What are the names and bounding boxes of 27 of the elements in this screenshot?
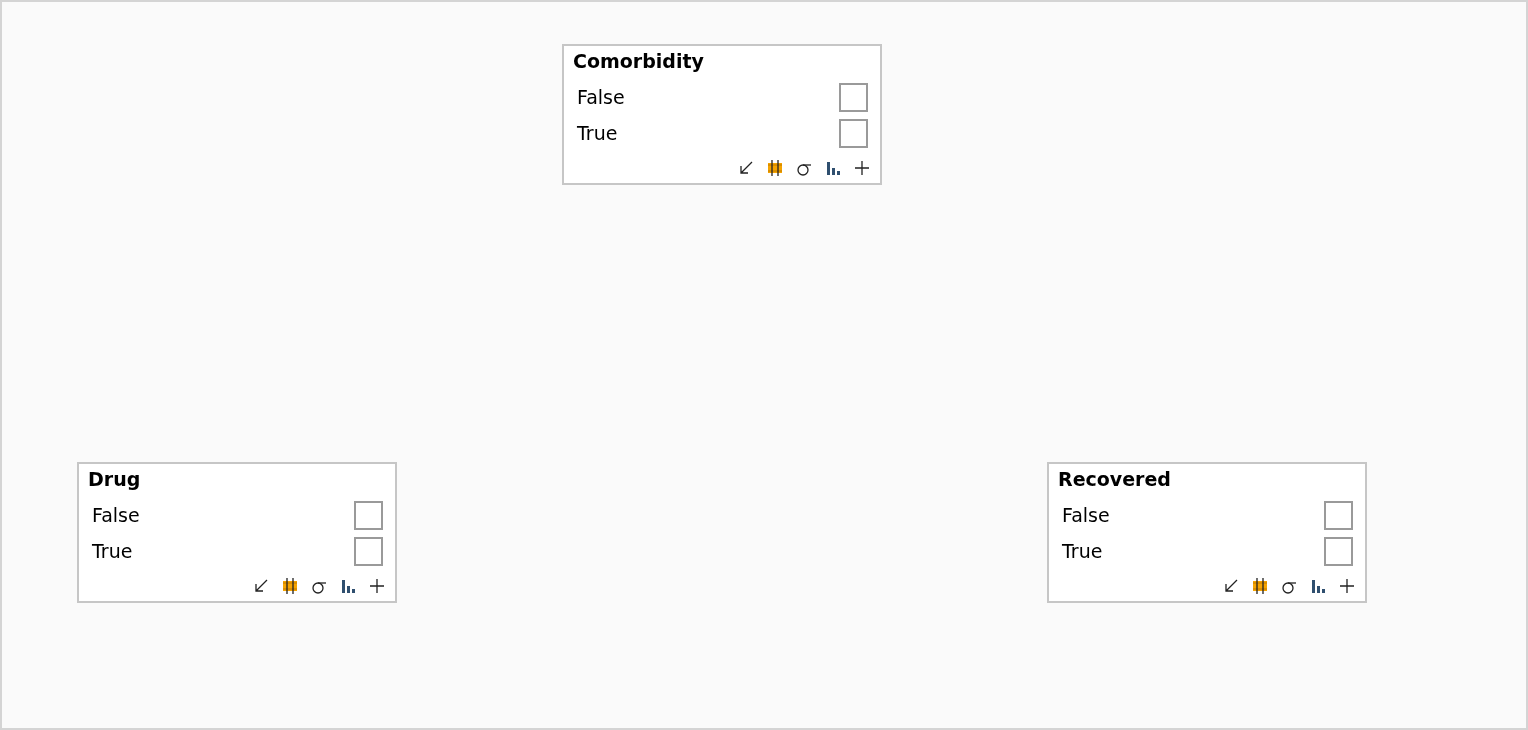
node-title: Drug xyxy=(87,467,142,492)
node-title: Comorbidity xyxy=(572,49,705,74)
state-label: True xyxy=(92,540,133,562)
state-label: False xyxy=(1062,504,1110,526)
checkbox[interactable] xyxy=(1324,500,1353,530)
checkbox[interactable] xyxy=(354,536,383,566)
grid-icon[interactable] xyxy=(767,160,783,176)
bar-chart-icon[interactable] xyxy=(1310,578,1326,594)
bar-chart-icon[interactable] xyxy=(825,160,841,176)
plus-icon[interactable] xyxy=(369,578,385,594)
state-label: False xyxy=(92,504,140,526)
plus-icon[interactable] xyxy=(854,160,870,176)
grid-icon[interactable] xyxy=(282,578,298,594)
checkbox[interactable] xyxy=(839,118,868,148)
node-title: Recovered xyxy=(1057,467,1172,492)
arrow-icon[interactable] xyxy=(253,578,269,594)
state-label: True xyxy=(577,122,618,144)
state-label: True xyxy=(1062,540,1103,562)
bar-chart-icon[interactable] xyxy=(340,578,356,594)
grid-icon[interactable] xyxy=(1252,578,1268,594)
arrow-icon[interactable] xyxy=(738,160,754,176)
checkbox[interactable] xyxy=(839,82,868,112)
checkbox[interactable] xyxy=(1324,536,1353,566)
state-label: False xyxy=(577,86,625,108)
checkbox[interactable] xyxy=(354,500,383,530)
arrow-icon[interactable] xyxy=(1223,578,1239,594)
plus-icon[interactable] xyxy=(1339,578,1355,594)
